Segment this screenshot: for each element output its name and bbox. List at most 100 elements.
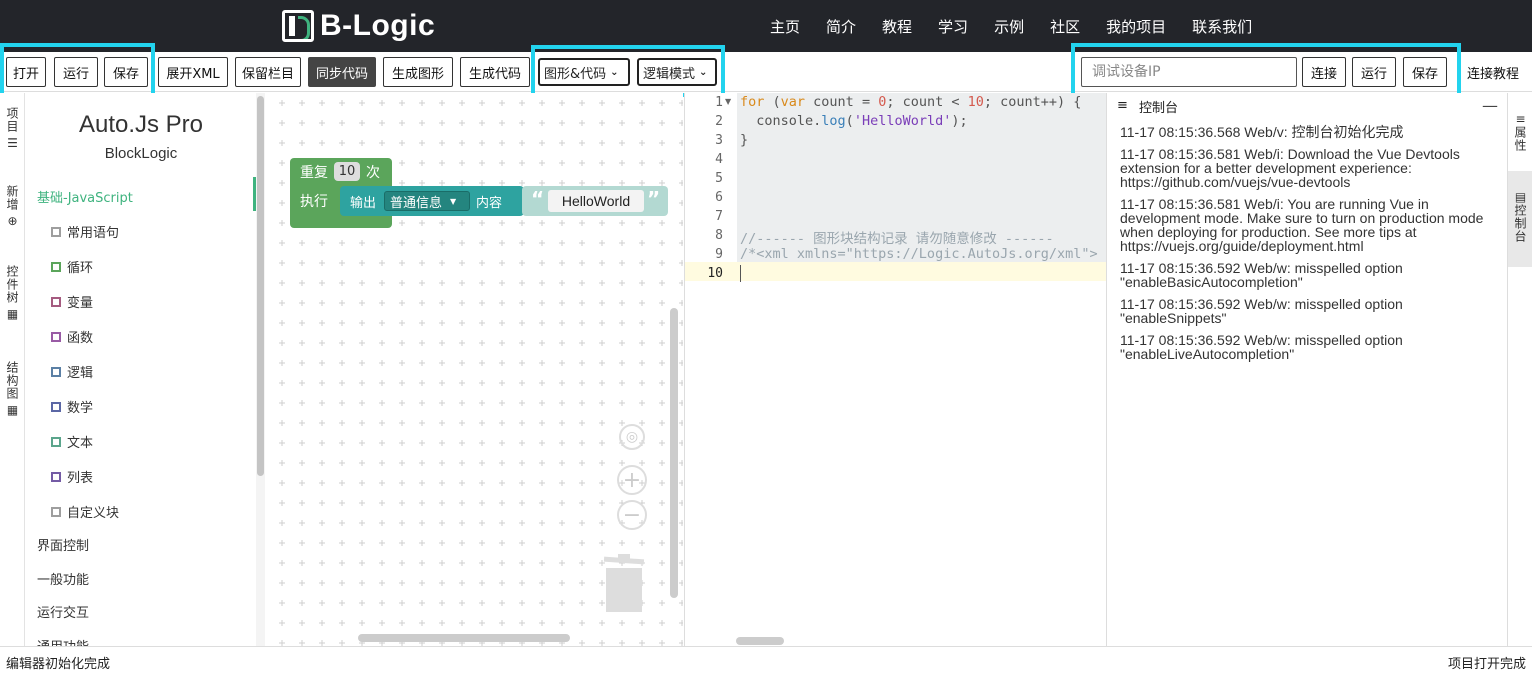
zoom-out-icon[interactable]: − bbox=[617, 500, 647, 530]
log-level-dropdown[interactable]: 普通信息 ▼ bbox=[384, 191, 470, 211]
app-title: Auto.Js Pro bbox=[78, 111, 204, 138]
console-log-entry: 11-17 08:15:36.592 Web/w: misspelled opt… bbox=[1120, 296, 1403, 326]
view-mode-select[interactable]: 图形&代码 ⌄ bbox=[538, 58, 630, 86]
workspace-vertical-scrollbar[interactable] bbox=[670, 308, 678, 598]
category-text[interactable]: 文本 bbox=[51, 432, 93, 451]
dropdown-arrow-icon: ▼ bbox=[450, 196, 457, 206]
category-variable[interactable]: 变量 bbox=[51, 292, 93, 311]
structure-icon: ▦ bbox=[6, 403, 19, 417]
category-basic-js[interactable]: 基础-JavaScript bbox=[37, 187, 133, 206]
console-log-entry: 11-17 08:15:36.592 Web/w: misspelled opt… bbox=[1120, 260, 1403, 290]
nav-my-projects[interactable]: 我的项目 bbox=[1106, 16, 1166, 37]
nav-home[interactable]: 主页 bbox=[770, 16, 800, 37]
view-mode-value: 图形&代码 bbox=[544, 66, 607, 82]
device-save-button[interactable]: 保存 bbox=[1403, 57, 1447, 87]
category-run-interact[interactable]: 运行交互 bbox=[37, 602, 89, 621]
category-common-functions[interactable]: 通用功能 bbox=[37, 636, 89, 646]
status-right-text: 项目打开完成 bbox=[1447, 657, 1526, 672]
properties-icon: ≡ bbox=[1515, 112, 1526, 126]
nav-community[interactable]: 社区 bbox=[1050, 16, 1080, 37]
repeat-exec-label: 执行 bbox=[300, 194, 328, 210]
print-label: 输出 bbox=[350, 196, 377, 211]
tab-console-label: 控制台 bbox=[1513, 204, 1527, 243]
tab-add[interactable]: 新增 ⊕ bbox=[0, 185, 25, 228]
category-list[interactable]: 列表 bbox=[51, 467, 93, 486]
category-logic[interactable]: 逻辑 bbox=[51, 362, 93, 381]
chevron-down-icon: ⌄ bbox=[610, 66, 619, 78]
sync-code-button[interactable]: 同步代码 bbox=[308, 57, 376, 87]
minimize-icon[interactable]: — bbox=[1482, 96, 1498, 115]
open-button[interactable]: 打开 bbox=[6, 57, 46, 87]
status-left-text: 编辑器初始化完成 bbox=[6, 657, 111, 672]
run-button[interactable]: 运行 bbox=[54, 57, 98, 87]
generate-code-button[interactable]: 生成代码 bbox=[460, 57, 530, 87]
string-field[interactable]: HelloWorld bbox=[548, 190, 644, 212]
recenter-icon[interactable]: ◎ bbox=[619, 424, 645, 450]
tab-widget-tree[interactable]: 控件树 ▦ bbox=[0, 265, 25, 321]
line-number: 5 bbox=[715, 171, 723, 186]
category-scrollbar-thumb[interactable] bbox=[257, 96, 264, 476]
nav-intro[interactable]: 简介 bbox=[826, 16, 856, 37]
trash-icon[interactable] bbox=[602, 552, 646, 614]
active-line-highlight bbox=[685, 262, 1106, 281]
category-general[interactable]: 一般功能 bbox=[37, 569, 89, 588]
connect-button[interactable]: 连接 bbox=[1302, 57, 1346, 87]
category-color-swatch bbox=[51, 471, 61, 482]
category-label: 常用语句 bbox=[67, 226, 120, 241]
category-ui-control[interactable]: 界面控制 bbox=[37, 535, 89, 554]
save-button[interactable]: 保存 bbox=[104, 57, 148, 87]
generate-graphic-button[interactable]: 生成图形 bbox=[383, 57, 453, 87]
code-editor[interactable]: 1 ▼ 2 3 4 5 6 7 8 9 10 for (var count = … bbox=[684, 93, 1106, 646]
nav-learn[interactable]: 学习 bbox=[938, 16, 968, 37]
menu-lines-icon: ≡ bbox=[1117, 98, 1128, 113]
console-title: 控制台 bbox=[1139, 100, 1179, 116]
connect-tutorial-button[interactable]: 连接教程 bbox=[1460, 57, 1526, 87]
nav-examples[interactable]: 示例 bbox=[994, 16, 1024, 37]
category-color-swatch bbox=[51, 436, 61, 447]
console-panel: ≡ 控制台 — 11-17 08:15:36.568 Web/v: 控制台初始化… bbox=[1106, 93, 1507, 646]
left-tab-bar: 项目 ☰ 新增 ⊕ 控件树 ▦ 结构图 ▦ bbox=[0, 93, 25, 646]
category-function[interactable]: 函数 bbox=[51, 327, 93, 346]
nav-tutorial[interactable]: 教程 bbox=[882, 16, 912, 37]
brand-logo[interactable]: B-Logic bbox=[282, 6, 435, 46]
category-label: 文本 bbox=[67, 436, 94, 451]
tab-project-label: 项目 bbox=[5, 107, 19, 133]
device-run-button[interactable]: 运行 bbox=[1352, 57, 1396, 87]
code-line-1: for (var count = 0; count < 10; count++)… bbox=[740, 94, 1082, 110]
device-ip-input[interactable] bbox=[1081, 57, 1297, 87]
tab-properties[interactable]: ≡ 属性 bbox=[1508, 109, 1532, 152]
category-math[interactable]: 数学 bbox=[51, 397, 93, 416]
log-level-value: 普通信息 bbox=[390, 195, 443, 211]
tab-widget-tree-label: 控件树 bbox=[5, 265, 19, 304]
code-comment-line: //------ 图形块结构记录 请勿随意修改 ------ bbox=[740, 231, 1054, 247]
expand-xml-button[interactable]: 展开XML bbox=[158, 57, 228, 87]
line-number: 7 bbox=[715, 209, 723, 224]
chevron-down-icon: ⌄ bbox=[699, 66, 708, 78]
keep-bar-button[interactable]: 保留栏目 bbox=[235, 57, 301, 87]
open-quote-icon: “ bbox=[531, 187, 545, 211]
line-number: 2 bbox=[715, 114, 723, 129]
category-custom-block[interactable]: 自定义块 bbox=[51, 502, 119, 521]
logo-icon bbox=[282, 10, 314, 42]
nav-contact[interactable]: 联系我们 bbox=[1192, 16, 1252, 37]
top-navbar: B-Logic 主页 简介 教程 学习 示例 社区 我的项目 联系我们 bbox=[0, 0, 1532, 52]
line-number: 8 bbox=[715, 228, 723, 243]
fold-arrow-icon[interactable]: ▼ bbox=[725, 97, 731, 106]
workspace-horizontal-scrollbar[interactable] bbox=[358, 634, 570, 642]
category-label: 逻辑 bbox=[67, 366, 94, 381]
tab-structure[interactable]: 结构图 ▦ bbox=[0, 361, 25, 417]
status-bar: 编辑器初始化完成 项目打开完成 bbox=[0, 646, 1532, 673]
category-loop[interactable]: 循环 bbox=[51, 257, 93, 276]
category-color-swatch bbox=[51, 401, 61, 412]
category-color-swatch bbox=[51, 506, 61, 517]
editor-horizontal-scrollbar[interactable] bbox=[736, 637, 784, 645]
right-tab-bar: ≡ 属性 ▤ 控制台 bbox=[1507, 93, 1532, 646]
layers-icon: ☰ bbox=[7, 136, 18, 150]
logic-mode-select[interactable]: 逻辑模式 ⌄ bbox=[637, 58, 717, 86]
zoom-in-icon[interactable]: + bbox=[617, 465, 647, 495]
repeat-count-field[interactable]: 10 bbox=[334, 162, 360, 181]
category-common-statements[interactable]: 常用语句 bbox=[51, 222, 119, 241]
tab-project[interactable]: 项目 ☰ bbox=[0, 107, 25, 150]
tab-console[interactable]: ▤ 控制台 bbox=[1508, 171, 1532, 267]
console-log-entry: 11-17 08:15:36.581 Web/i: You are runnin… bbox=[1120, 196, 1484, 254]
